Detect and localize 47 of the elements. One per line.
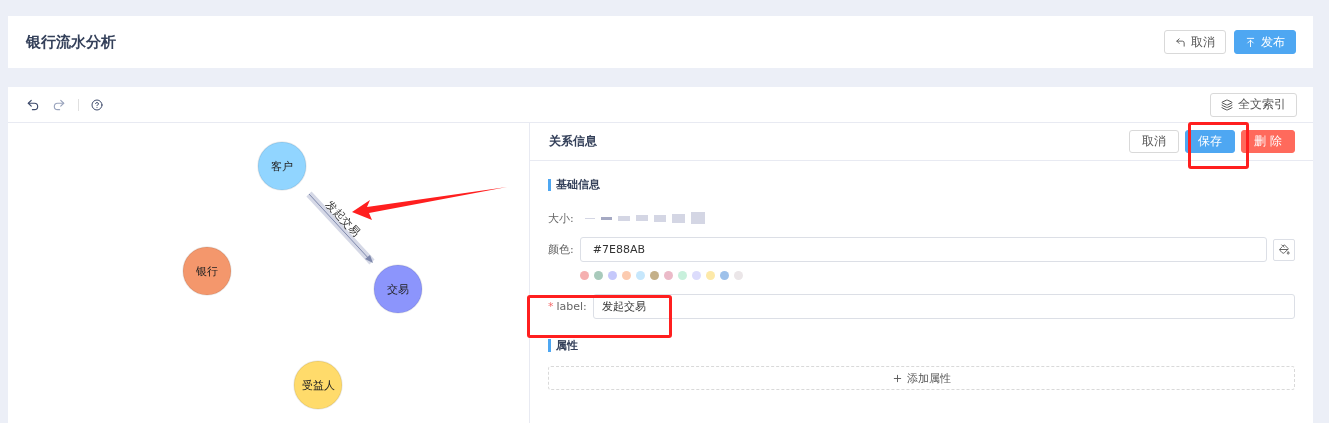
graph-node[interactable]: 交易 — [373, 264, 423, 314]
size-option[interactable] — [635, 215, 648, 221]
size-option[interactable] — [653, 214, 666, 222]
plus-icon — [892, 372, 903, 384]
full-text-index-button[interactable]: 全文索引 — [1210, 92, 1297, 117]
color-swatch[interactable] — [706, 271, 715, 280]
label-field[interactable]: 发起交易 — [592, 294, 1295, 319]
color-label: 颜色: — [548, 242, 574, 257]
annotation-box — [1188, 122, 1249, 169]
color-swatch[interactable] — [580, 271, 589, 280]
color-swatch[interactable] — [650, 271, 659, 280]
color-swatch[interactable] — [594, 271, 603, 280]
color-swatch[interactable] — [636, 271, 645, 280]
size-option[interactable] — [690, 212, 705, 224]
size-option[interactable] — [600, 216, 612, 220]
help-icon[interactable] — [91, 98, 103, 111]
paint-bucket-icon[interactable] — [1273, 238, 1295, 261]
section-title: 属性 — [548, 339, 578, 352]
cancel-button[interactable]: 取消 — [1129, 130, 1180, 153]
redo-icon[interactable] — [52, 97, 66, 112]
graph-node[interactable]: 银行 — [182, 246, 232, 296]
graph-node[interactable]: 客户 — [257, 141, 307, 191]
size-option[interactable] — [617, 215, 630, 221]
color-swatch[interactable] — [720, 271, 729, 280]
panel-title: 关系信息 — [549, 133, 597, 150]
color-field[interactable]: #7E88AB — [579, 237, 1267, 262]
graph-node[interactable]: 受益人 — [293, 360, 343, 410]
edge[interactable] — [306, 191, 375, 265]
cancel-button[interactable]: 取消 — [1164, 30, 1226, 54]
label-label: label: — [556, 300, 587, 313]
layers-icon — [1221, 98, 1233, 111]
return-icon — [1175, 36, 1186, 48]
color-swatch[interactable] — [734, 271, 743, 280]
add-property-button[interactable]: 添加属性 — [548, 366, 1295, 390]
color-swatch[interactable] — [622, 271, 631, 280]
size-label: 大小: — [548, 210, 574, 226]
section-title: 基础信息 — [548, 179, 600, 191]
color-swatch[interactable] — [678, 271, 687, 280]
color-swatch[interactable] — [664, 271, 673, 280]
upload-icon — [1245, 36, 1256, 48]
color-swatch[interactable] — [608, 271, 617, 280]
size-option[interactable] — [671, 213, 685, 223]
page-title: 银行流水分析 — [26, 32, 116, 52]
required-mark: * — [548, 300, 554, 313]
color-swatch[interactable] — [692, 271, 701, 280]
undo-icon[interactable] — [26, 97, 40, 112]
edge-label: 发起交易 — [322, 198, 363, 240]
